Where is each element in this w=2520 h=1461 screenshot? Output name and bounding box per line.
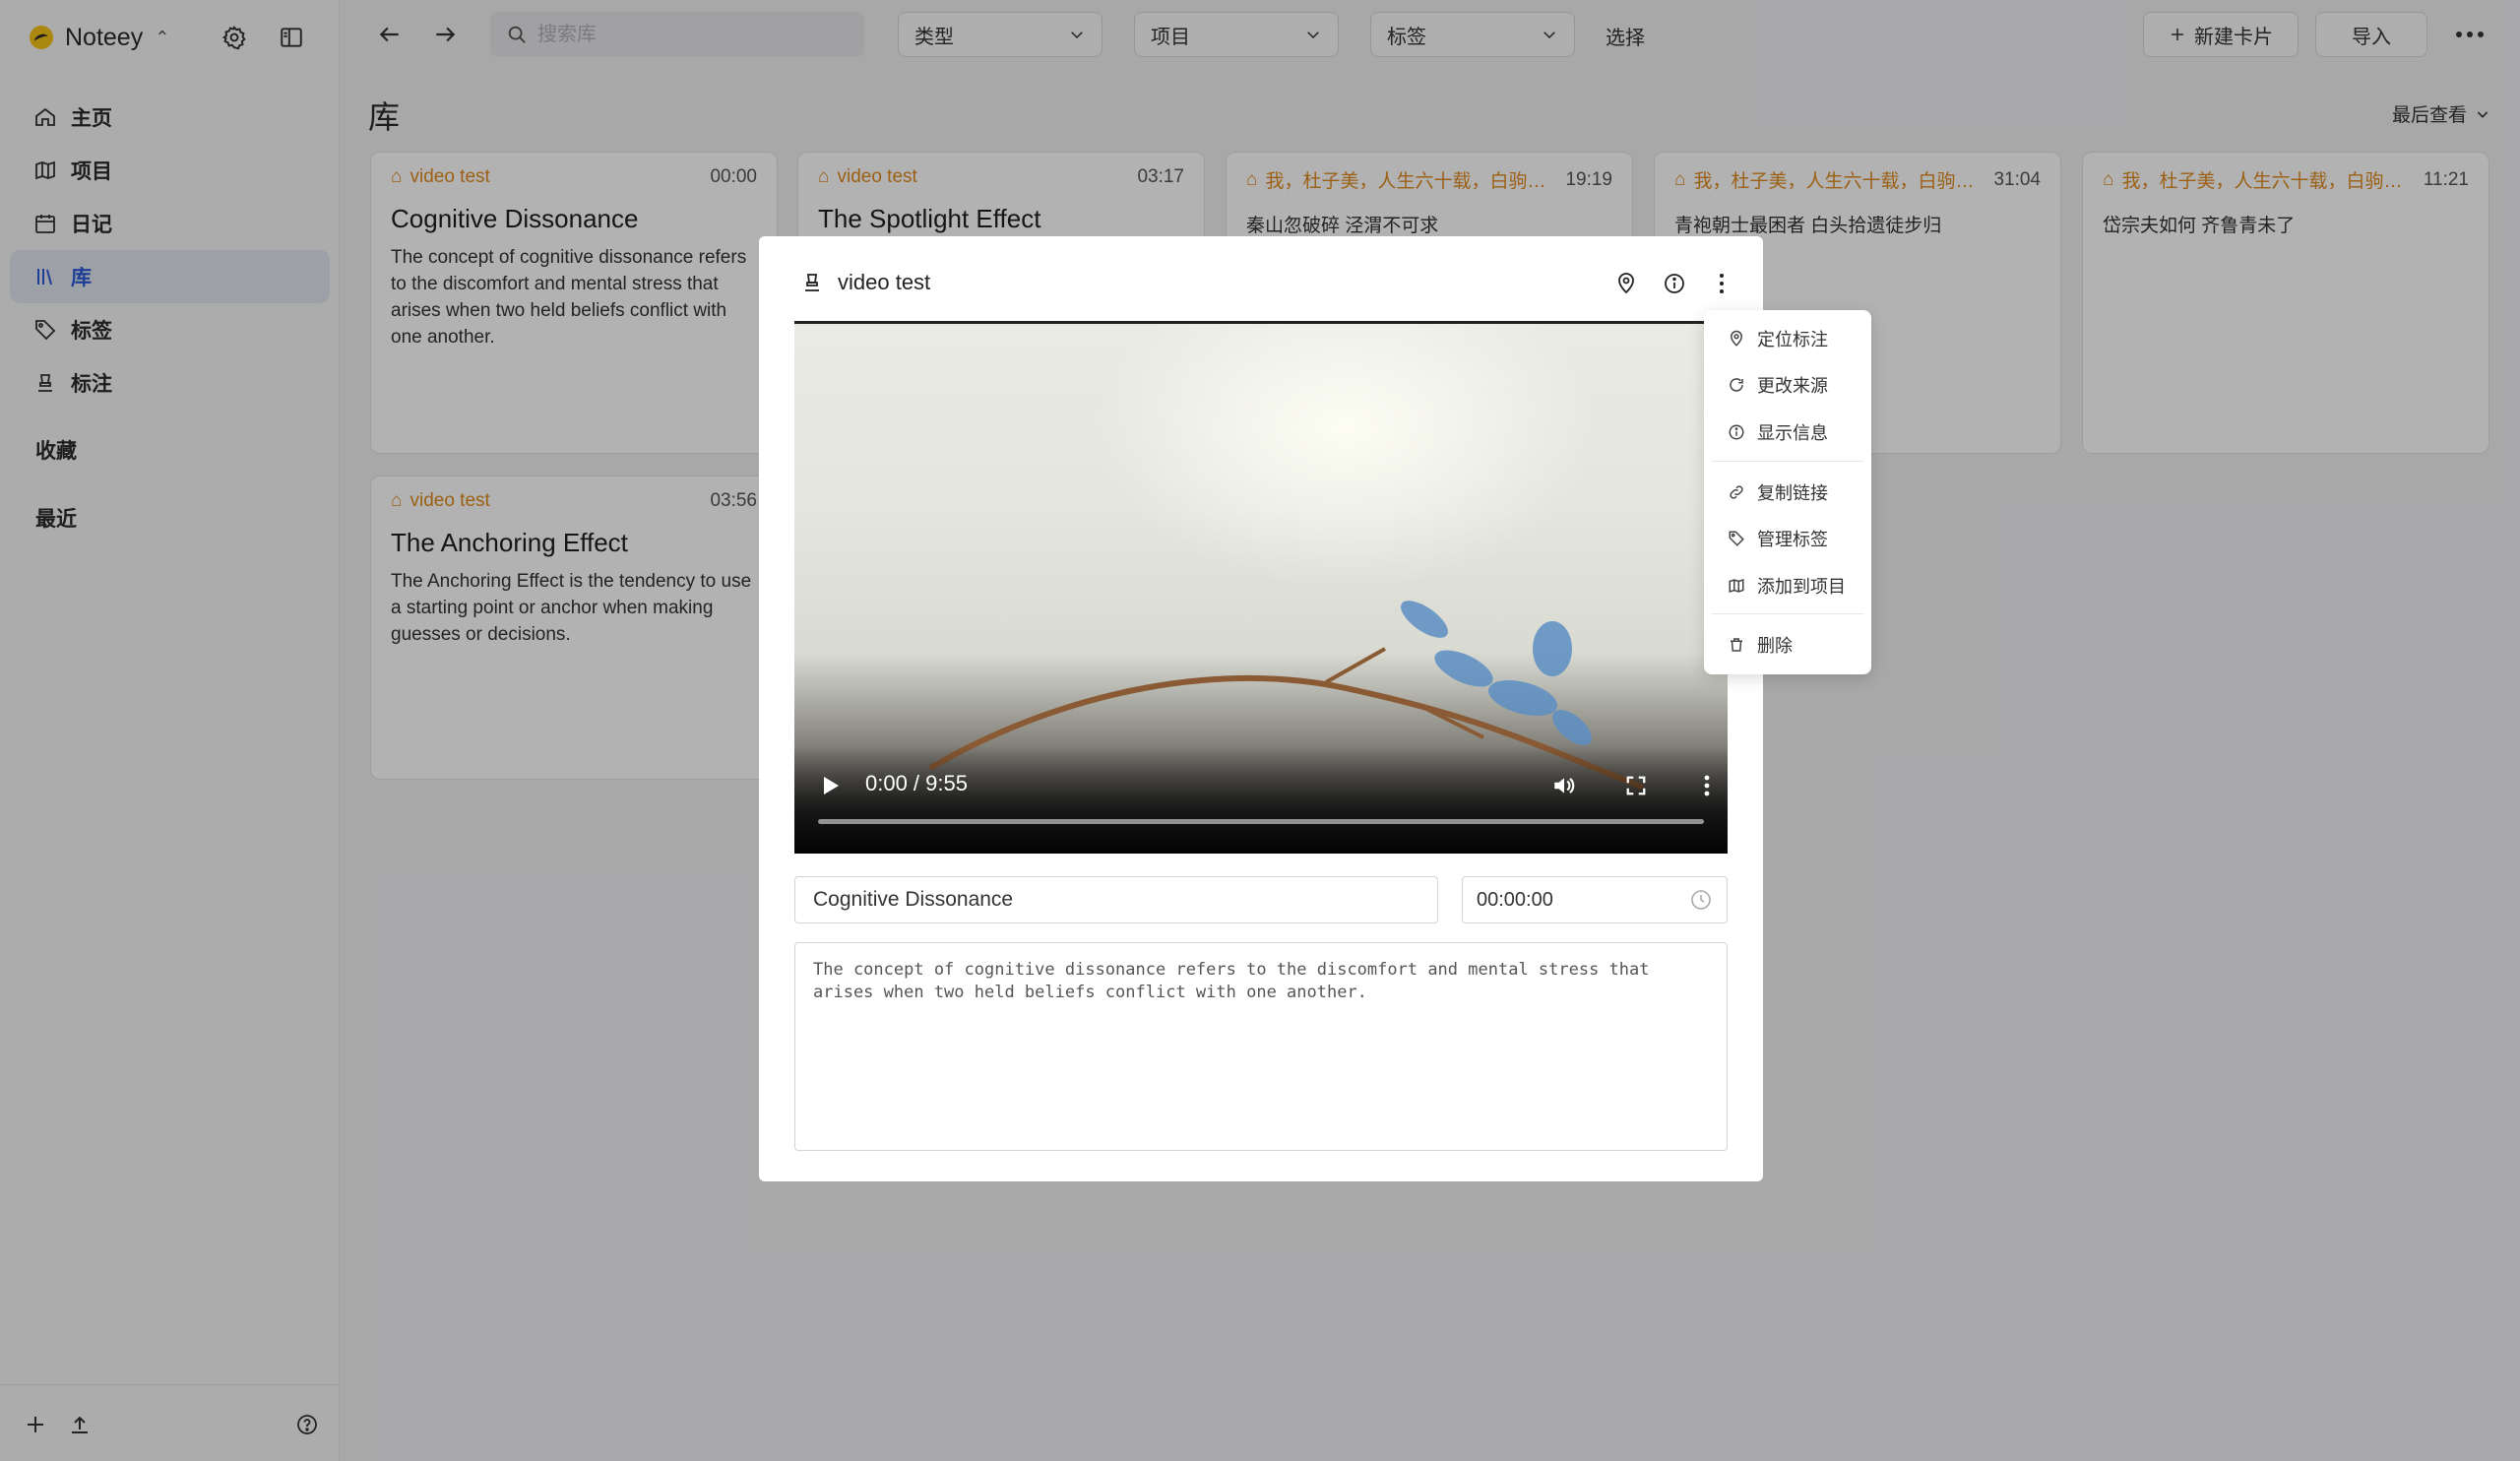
- menu-item-change-source[interactable]: 更改来源: [1704, 365, 1871, 405]
- menu-item-label: 管理标签: [1757, 530, 1828, 549]
- menu-item-label: 删除: [1757, 636, 1793, 656]
- fullscreen-icon[interactable]: [1619, 769, 1653, 802]
- menu-item-manage-tags[interactable]: 管理标签: [1704, 519, 1871, 558]
- clock-icon[interactable]: [1689, 888, 1713, 912]
- video-player[interactable]: 0:00 / 9:55: [794, 321, 1728, 854]
- volume-icon[interactable]: [1547, 769, 1581, 802]
- modal-source-title: video test: [838, 270, 931, 294]
- modal-header: video test: [800, 270, 930, 295]
- context-menu: 定位标注 更改来源 显示信息 复制链接 管理标签 添加到项目 删除: [1704, 310, 1871, 674]
- menu-item-label: 复制链接: [1757, 483, 1828, 503]
- info-icon: [1729, 424, 1744, 440]
- location-pin-icon[interactable]: [1608, 266, 1644, 301]
- menu-item-show-info[interactable]: 显示信息: [1704, 413, 1871, 452]
- annotation-modal: video test 0:00 / 9:55 Cognitive Dissona…: [759, 236, 1763, 1181]
- trash-icon: [1731, 638, 1742, 652]
- menu-item-label: 显示信息: [1757, 423, 1828, 443]
- tag-icon: [1729, 531, 1744, 546]
- annotation-title-input[interactable]: [794, 876, 1438, 923]
- video-controls: 0:00 / 9:55: [794, 745, 1728, 854]
- menu-item-locate-annotation[interactable]: 定位标注: [1704, 319, 1871, 358]
- info-icon[interactable]: [1657, 266, 1692, 301]
- annotation-description-textarea[interactable]: The concept of cognitive dissonance refe…: [794, 942, 1728, 1151]
- refresh-icon: [1730, 378, 1743, 392]
- play-icon[interactable]: [814, 769, 848, 802]
- menu-item-label: 更改来源: [1757, 376, 1828, 396]
- menu-divider: [1712, 613, 1863, 614]
- more-vertical-icon[interactable]: [1704, 266, 1739, 301]
- map-icon: [1729, 578, 1744, 594]
- timestamp-value: 00:00:00: [1477, 888, 1553, 911]
- video-time-display: 0:00 / 9:55: [865, 771, 968, 795]
- video-more-icon[interactable]: [1690, 769, 1724, 802]
- highlighter-icon: [805, 274, 819, 291]
- menu-item-label: 添加到项目: [1757, 577, 1846, 597]
- menu-item-delete[interactable]: 删除: [1704, 625, 1871, 665]
- menu-item-copy-link[interactable]: 复制链接: [1704, 473, 1871, 512]
- timestamp-input[interactable]: 00:00:00: [1462, 876, 1728, 923]
- link-icon: [1730, 485, 1743, 499]
- menu-item-label: 定位标注: [1757, 330, 1828, 349]
- menu-item-add-to-project[interactable]: 添加到项目: [1704, 566, 1871, 605]
- video-progress-bar[interactable]: [818, 819, 1704, 824]
- location-pin-icon: [1730, 330, 1743, 347]
- menu-divider: [1712, 461, 1863, 462]
